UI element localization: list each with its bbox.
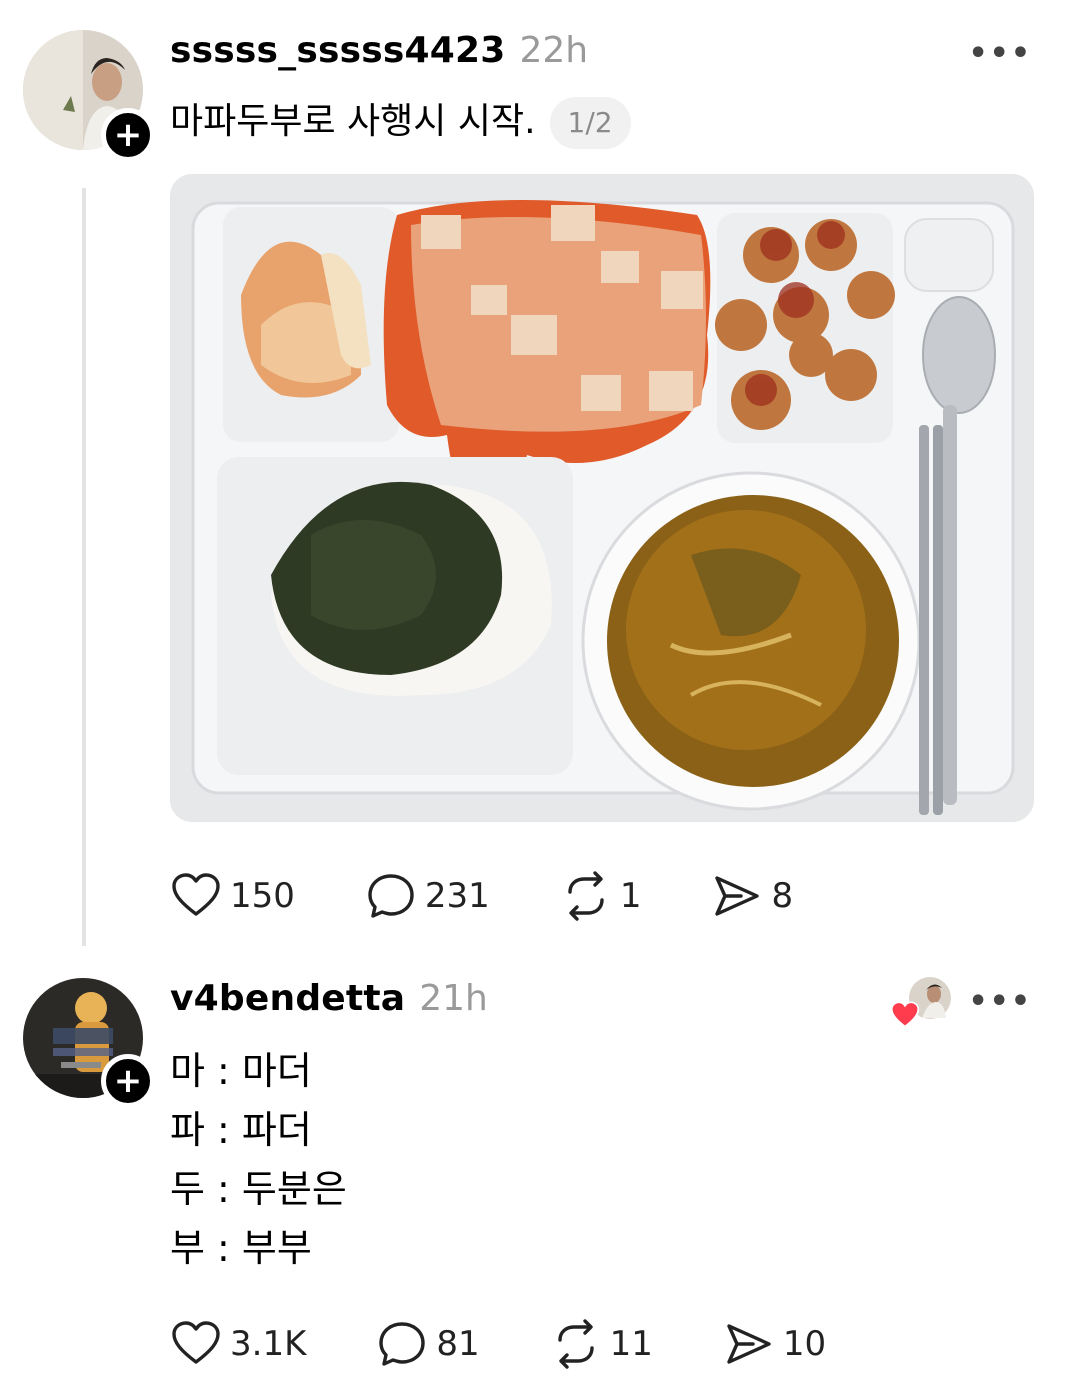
username[interactable]: v4bendetta [170, 978, 405, 1019]
meal-tray-image [171, 175, 1033, 821]
page-indicator: 1/2 [549, 97, 631, 149]
reply-line: 부 : 부부 [170, 1226, 312, 1270]
heart-icon [172, 873, 220, 916]
post-actions: 150 231 1 8 [170, 870, 863, 922]
post-body: 마파두부로 사행시 시작. [170, 101, 536, 142]
follow-button[interactable]: + [101, 1054, 155, 1108]
more-icon[interactable]: ••• [968, 36, 1032, 71]
heart-icon [172, 1321, 220, 1364]
post-text: 마파두부로 사행시 시작. 1/2 [170, 92, 631, 152]
post-photo[interactable] [170, 174, 1034, 822]
post-reply: + v4bendetta 21h ••• 마 : 마더 파 : 파더 두 : 두… [0, 950, 1080, 1397]
comment-count: 231 [424, 876, 490, 916]
like-count: 150 [230, 876, 295, 916]
comment-count: 81 [436, 1324, 480, 1364]
share-icon [715, 876, 760, 916]
username[interactable]: sssss_sssss4423 [170, 30, 505, 71]
reply-line: 파 : 파더 [170, 1108, 312, 1152]
reply-line: 두 : 두분은 [170, 1167, 347, 1211]
post-actions: 3.1K 81 11 10 [170, 1318, 896, 1370]
share-count: 8 [771, 876, 794, 916]
like-button[interactable]: 3.1K [170, 1318, 306, 1370]
heart-icon [890, 1001, 920, 1028]
share-button[interactable]: 10 [723, 1318, 826, 1370]
share-icon [727, 1324, 771, 1364]
reply-line: 마 : 마더 [170, 1049, 312, 1093]
comment-button[interactable]: 81 [376, 1318, 480, 1370]
repost-count: 1 [619, 876, 642, 916]
like-count: 3.1K [230, 1324, 307, 1364]
timestamp: 22h [519, 30, 589, 71]
repost-icon [568, 871, 604, 921]
repost-count: 11 [609, 1324, 653, 1364]
repost-icon [557, 1319, 594, 1369]
post-header: sssss_sssss4423 22h [170, 30, 588, 71]
comment-icon [368, 874, 414, 918]
reply-body: 마 : 마더 파 : 파더 두 : 두분은 부 : 부부 [170, 1042, 347, 1278]
comment-button[interactable]: 231 [365, 870, 490, 922]
thread-line [82, 188, 86, 946]
repost-button[interactable]: 11 [550, 1318, 653, 1370]
like-button[interactable]: 150 [170, 870, 295, 922]
post-original: + sssss_sssss4423 22h ••• 마파두부로 사행시 시작. 1… [0, 0, 1080, 950]
share-button[interactable]: 8 [711, 870, 793, 922]
post-header: v4bendetta 21h [170, 978, 488, 1019]
follow-button[interactable]: + [101, 108, 155, 162]
liked-by-author [890, 976, 952, 1028]
comment-icon [379, 1322, 426, 1366]
share-count: 10 [782, 1324, 827, 1364]
timestamp: 21h [419, 978, 488, 1019]
more-icon[interactable]: ••• [968, 984, 1032, 1019]
repost-button[interactable]: 1 [560, 870, 642, 922]
